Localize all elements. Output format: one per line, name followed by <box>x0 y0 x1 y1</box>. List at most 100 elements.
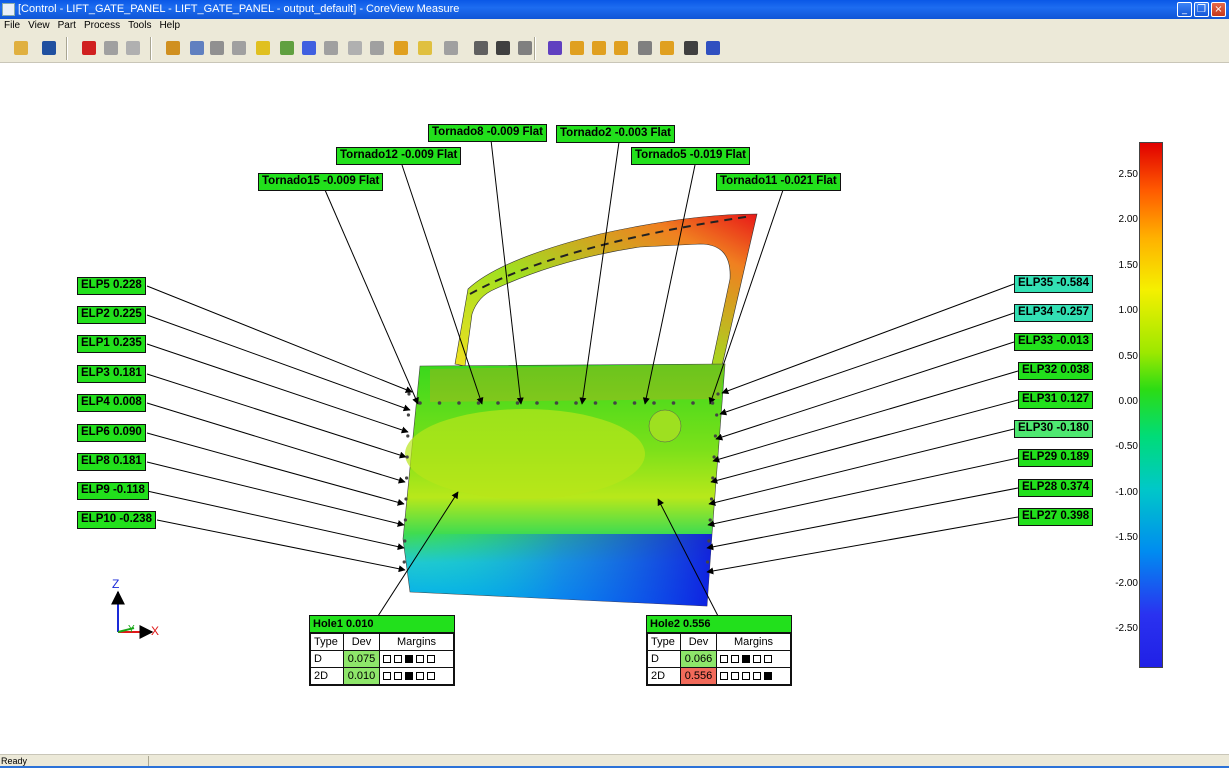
section2-button[interactable] <box>366 37 388 59</box>
elp27-label[interactable]: ELP27 0.398 <box>1018 508 1094 526</box>
tornado15-label[interactable]: Tornado15 -0.009 Flat <box>258 173 384 191</box>
erase-button[interactable] <box>514 37 536 59</box>
measurement-point <box>476 401 481 405</box>
elp2-label[interactable]: ELP2 0.225 <box>77 306 146 324</box>
tornado2-label[interactable]: Tornado2 -0.003 Flat <box>556 125 675 143</box>
grid-gray-button[interactable] <box>122 37 144 59</box>
scale-tick: 0.50 <box>1118 351 1138 362</box>
margin-square <box>394 654 402 663</box>
elp30-label[interactable]: ELP30 -0.180 <box>1014 420 1093 438</box>
hole1-panel[interactable]: Hole1 0.010 Type Dev Margins D 0.075 2D … <box>309 615 455 686</box>
measurement-point <box>707 539 711 543</box>
grid-button[interactable] <box>100 37 122 59</box>
row-margins <box>716 650 791 668</box>
measurement-point <box>403 518 407 522</box>
mesh-button[interactable] <box>206 37 228 59</box>
flag3-button[interactable] <box>588 37 610 59</box>
row-type: D <box>647 650 681 668</box>
measurement-point <box>437 401 442 405</box>
elp32-label[interactable]: ELP32 0.038 <box>1018 362 1094 380</box>
measurement-point <box>402 560 406 564</box>
scale-tick: 0.00 <box>1118 396 1138 407</box>
elp8-label[interactable]: ELP8 0.181 <box>77 453 146 471</box>
elp5-label[interactable]: ELP5 0.228 <box>77 277 146 295</box>
menu-tools[interactable]: Tools <box>124 19 155 33</box>
menu-help[interactable]: Help <box>155 19 184 33</box>
measure-button[interactable] <box>634 37 656 59</box>
margin-square <box>416 654 424 663</box>
path-button[interactable] <box>390 37 412 59</box>
label-button[interactable] <box>544 37 566 59</box>
elp3-label[interactable]: ELP3 0.181 <box>77 365 146 383</box>
properties-button[interactable] <box>702 37 724 59</box>
mesh2-button[interactable] <box>228 37 250 59</box>
elp1-label[interactable]: ELP1 0.235 <box>77 335 146 353</box>
measurement-point <box>574 401 578 405</box>
path-icon <box>394 41 408 55</box>
section2-icon <box>370 41 384 55</box>
flag4-button[interactable] <box>610 37 632 59</box>
measurement-point <box>613 401 617 405</box>
elp4-label[interactable]: ELP4 0.008 <box>77 394 146 412</box>
menu-view[interactable]: View <box>24 19 54 33</box>
elp31-label[interactable]: ELP31 0.127 <box>1018 391 1094 409</box>
minimize-button[interactable]: _ <box>1177 2 1192 17</box>
scale-tick: -2.50 <box>1115 623 1138 634</box>
point-icon <box>444 41 458 55</box>
color-points-button[interactable] <box>78 37 100 59</box>
cube-icon <box>256 41 270 55</box>
margin-square <box>731 654 739 663</box>
margin-square <box>394 671 402 680</box>
point-button[interactable] <box>440 37 462 59</box>
feature-button[interactable] <box>186 37 208 59</box>
probe-button[interactable] <box>162 37 184 59</box>
menu-file[interactable]: File <box>0 19 24 33</box>
save-button[interactable] <box>38 37 60 59</box>
flag-icon <box>280 41 294 55</box>
row-type: 2D <box>310 667 344 685</box>
row-dev: 0.010 <box>343 667 380 685</box>
scale-tick: -1.00 <box>1115 487 1138 498</box>
colormap-button[interactable] <box>298 37 320 59</box>
mesh-icon <box>210 41 224 55</box>
analyze-button[interactable] <box>320 37 342 59</box>
plane-button[interactable] <box>414 37 436 59</box>
tornado12-label[interactable]: Tornado12 -0.009 Flat <box>336 147 462 165</box>
margin-square <box>764 654 772 663</box>
elp9-label[interactable]: ELP9 -0.118 <box>77 482 149 500</box>
elp10-label[interactable]: ELP10 -0.238 <box>77 511 156 529</box>
margin-square <box>405 654 413 663</box>
elp28-label[interactable]: ELP28 0.374 <box>1018 479 1094 497</box>
vector-button[interactable] <box>470 37 492 59</box>
restore-button[interactable]: ❐ <box>1194 2 1209 17</box>
measurement-point <box>710 401 715 405</box>
flag-button[interactable] <box>276 37 298 59</box>
edit-label-button[interactable] <box>656 37 678 59</box>
menu-part[interactable]: Part <box>54 19 80 33</box>
tornado5-label[interactable]: Tornado5 -0.019 Flat <box>631 147 750 165</box>
hole2-table: Type Dev Margins D 0.066 2D 0.556 <box>647 633 791 685</box>
tornado8-label[interactable]: Tornado8 -0.009 Flat <box>428 124 547 142</box>
elp29-label[interactable]: ELP29 0.189 <box>1018 449 1094 467</box>
cube-button[interactable] <box>252 37 274 59</box>
elp33-label[interactable]: ELP33 -0.013 <box>1014 333 1093 351</box>
open-button[interactable] <box>10 37 32 59</box>
hole2-panel[interactable]: Hole2 0.556 Type Dev Margins D 0.066 2D … <box>646 615 792 686</box>
colormap-icon <box>302 41 316 55</box>
elp35-label[interactable]: ELP35 -0.584 <box>1014 275 1093 293</box>
type-header: Type <box>647 633 681 651</box>
section-button[interactable] <box>344 37 366 59</box>
3d-viewport[interactable]: Z Y X Tornado8 -0.009 Flat Tornado2 -0.0… <box>0 64 1229 754</box>
select-button[interactable] <box>492 37 514 59</box>
flag2-button[interactable] <box>566 37 588 59</box>
menu-process[interactable]: Process <box>80 19 124 33</box>
align-button[interactable] <box>680 37 702 59</box>
select-icon <box>496 41 510 55</box>
scale-tick: -2.00 <box>1115 578 1138 589</box>
door-panel-model: Z Y X <box>111 139 1019 639</box>
elp6-label[interactable]: ELP6 0.090 <box>77 424 146 442</box>
close-button[interactable]: × <box>1211 2 1226 17</box>
elp34-label[interactable]: ELP34 -0.257 <box>1014 304 1093 322</box>
tornado11-label[interactable]: Tornado11 -0.021 Flat <box>716 173 841 191</box>
margin-square <box>764 671 772 680</box>
